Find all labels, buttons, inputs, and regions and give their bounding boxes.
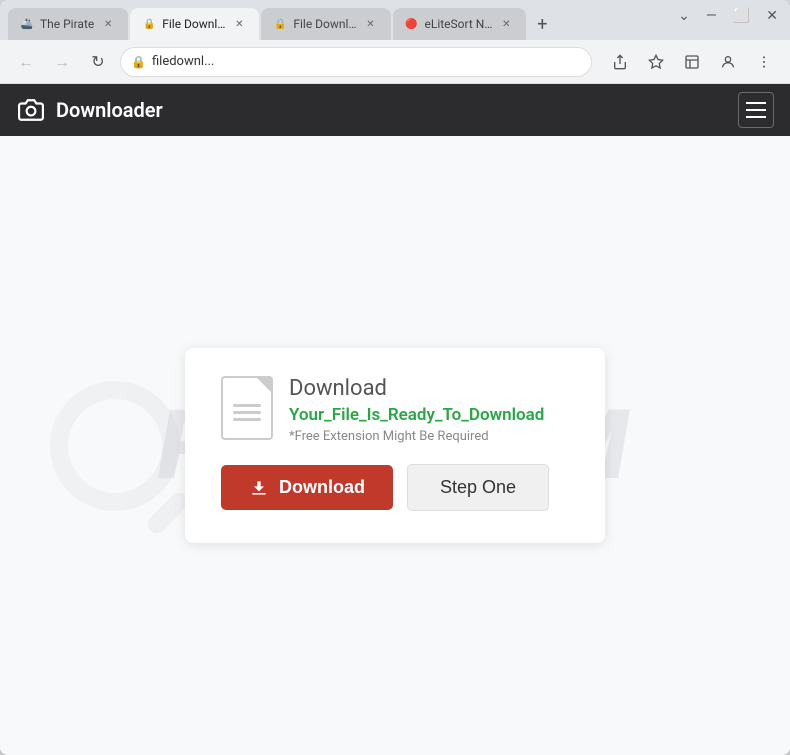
lock-icon: 🔒: [131, 55, 146, 69]
menu-icon[interactable]: [750, 48, 778, 76]
webpage: Downloader RISK.COM: [0, 84, 790, 755]
brand-name: Downloader: [56, 98, 163, 122]
bookmark-icon[interactable]: [642, 48, 670, 76]
tab-1-favicon: 🚢: [20, 17, 34, 31]
hamburger-line-2: [746, 109, 766, 111]
camera-icon: [16, 95, 46, 125]
file-icon-lines: [233, 404, 261, 421]
tab-1-title: The Pirate: [40, 17, 94, 31]
file-icon: [221, 376, 273, 440]
refresh-button[interactable]: ↻: [84, 48, 112, 76]
card-filename: Your_File_Is_Ready_To_Download: [289, 405, 544, 425]
chevron-icon[interactable]: ⌄: [678, 8, 690, 24]
share-icon[interactable]: [606, 48, 634, 76]
tab-4-title: eLiteSort N…: [425, 17, 493, 31]
magnifier-circle: [50, 381, 180, 511]
toolbar-icons: [606, 48, 778, 76]
site-brand: Downloader: [16, 95, 163, 125]
back-button[interactable]: ←: [12, 48, 40, 76]
tab-1-close[interactable]: ✕: [100, 16, 116, 32]
tab-4[interactable]: 🔴 eLiteSort N… ✕: [393, 8, 527, 40]
maximize-button[interactable]: ⬜: [733, 8, 750, 24]
site-navbar: Downloader: [0, 84, 790, 136]
file-line-3: [233, 418, 261, 421]
forward-button[interactable]: →: [48, 48, 76, 76]
file-line-1: [233, 404, 261, 407]
tab-2-favicon: 🔒: [142, 17, 156, 31]
tab-3[interactable]: 🔒 File Downl… ✕: [261, 8, 390, 40]
watermark-magnifier: [50, 381, 180, 511]
address-text: filedownl...: [152, 54, 581, 69]
hamburger-line-3: [746, 116, 766, 118]
browser-window: 🚢 The Pirate ✕ 🔒 File Downl… ✕ 🔒 File Do…: [0, 0, 790, 755]
download-button[interactable]: Download: [221, 465, 393, 510]
file-line-2: [233, 411, 261, 414]
card-actions: Download Step One: [221, 464, 549, 511]
tab-3-title: File Downl…: [293, 17, 356, 31]
tab-4-close[interactable]: ✕: [498, 16, 514, 32]
hamburger-menu[interactable]: [738, 92, 774, 128]
profile-icon[interactable]: [714, 48, 742, 76]
card-info: Download Your_File_Is_Ready_To_Download …: [289, 376, 544, 444]
download-icon: [249, 478, 269, 498]
card-top: Download Your_File_Is_Ready_To_Download …: [221, 376, 544, 444]
hamburger-line-1: [746, 102, 766, 104]
card-title: Download: [289, 376, 544, 401]
step-button-label: Step One: [440, 477, 516, 497]
tab-3-close[interactable]: ✕: [363, 16, 379, 32]
tab-2-close[interactable]: ✕: [231, 16, 247, 32]
window-controls: ⌄ — ⬜ ✕: [678, 8, 778, 24]
download-card: Download Your_File_Is_Ready_To_Download …: [185, 348, 605, 543]
tab-2-title: File Downl…: [162, 17, 225, 31]
tab-2[interactable]: 🔒 File Downl… ✕: [130, 8, 259, 40]
download-button-label: Download: [279, 477, 365, 498]
minimize-button[interactable]: —: [706, 8, 717, 24]
close-button[interactable]: ✕: [766, 8, 778, 24]
tab-1[interactable]: 🚢 The Pirate ✕: [8, 8, 128, 40]
main-content: RISK.COM Download Your_File_Is: [0, 136, 790, 755]
browser-controls: ← → ↻ 🔒 filedownl...: [0, 40, 790, 84]
new-tab-button[interactable]: +: [528, 10, 556, 38]
step-one-button[interactable]: Step One: [407, 464, 549, 511]
tab-4-favicon: 🔴: [405, 17, 419, 31]
tab-bar: 🚢 The Pirate ✕ 🔒 File Downl… ✕ 🔒 File Do…: [0, 0, 790, 40]
card-note: *Free Extension Might Be Required: [289, 429, 544, 444]
tab-3-favicon: 🔒: [273, 17, 287, 31]
address-bar[interactable]: 🔒 filedownl...: [120, 47, 592, 77]
reader-icon[interactable]: [678, 48, 706, 76]
